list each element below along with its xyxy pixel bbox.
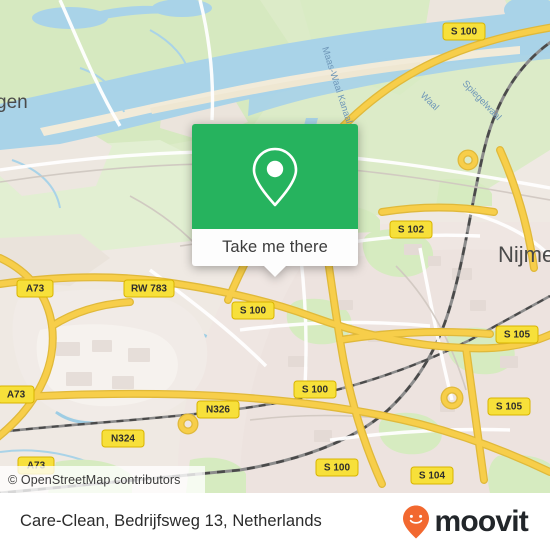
road-shield: A73 <box>0 385 35 404</box>
road-shield: N324 <box>101 429 145 448</box>
callout-action-bar[interactable]: Take me there <box>192 229 358 277</box>
svg-text:N326: N326 <box>206 405 230 416</box>
svg-text:A73: A73 <box>7 390 26 401</box>
road-shield: S 104 <box>410 466 454 485</box>
road-shield: S 105 <box>495 325 539 344</box>
take-me-there-label: Take me there <box>222 238 328 256</box>
take-me-there-callout[interactable]: Take me there <box>192 124 358 277</box>
callout-icon-panel <box>192 124 358 229</box>
svg-text:S 105: S 105 <box>496 402 523 413</box>
svg-text:RW 783: RW 783 <box>131 284 167 295</box>
svg-text:S 100: S 100 <box>302 385 329 396</box>
map-pin-icon <box>252 147 298 206</box>
road-shield: S 105 <box>487 397 531 416</box>
attribution-text: © OpenStreetMap contributors <box>8 472 181 487</box>
road-shield: S 100 <box>293 380 337 399</box>
screenshot-root: Maas-Waal Kanaal Waal Spiegelwaal gen Ni… <box>0 0 550 550</box>
callout-tail <box>264 266 286 277</box>
road-shield: S 102 <box>389 220 433 239</box>
road-shield: S 100 <box>315 458 359 477</box>
road-shield: A73 <box>16 279 54 298</box>
moovit-wordmark: moovit <box>434 504 528 538</box>
svg-text:S 105: S 105 <box>504 330 531 341</box>
moovit-pin-icon <box>403 505 430 538</box>
road-shield: S 100 <box>442 22 486 41</box>
place-label-beuningen: gen <box>0 92 28 113</box>
svg-text:S 100: S 100 <box>240 306 267 317</box>
moovit-logo[interactable]: moovit <box>401 504 529 540</box>
footer-bar: Care-Clean, Bedrijfsweg 13, Netherlands … <box>0 493 550 550</box>
road-shield: RW 783 <box>123 279 175 298</box>
road-shield: N326 <box>196 400 240 419</box>
svg-text:S 100: S 100 <box>324 463 351 474</box>
svg-text:N324: N324 <box>111 434 135 445</box>
svg-text:S 100: S 100 <box>451 27 478 38</box>
road-shield: S 100 <box>231 301 275 320</box>
map-attribution[interactable]: © OpenStreetMap contributors <box>0 466 205 493</box>
svg-text:S 102: S 102 <box>398 225 425 236</box>
svg-text:S 104: S 104 <box>419 471 446 482</box>
svg-text:A73: A73 <box>26 284 45 295</box>
place-label-nijmegen: Nijme <box>498 242 550 267</box>
location-address: Care-Clean, Bedrijfsweg 13, Netherlands <box>20 512 322 530</box>
